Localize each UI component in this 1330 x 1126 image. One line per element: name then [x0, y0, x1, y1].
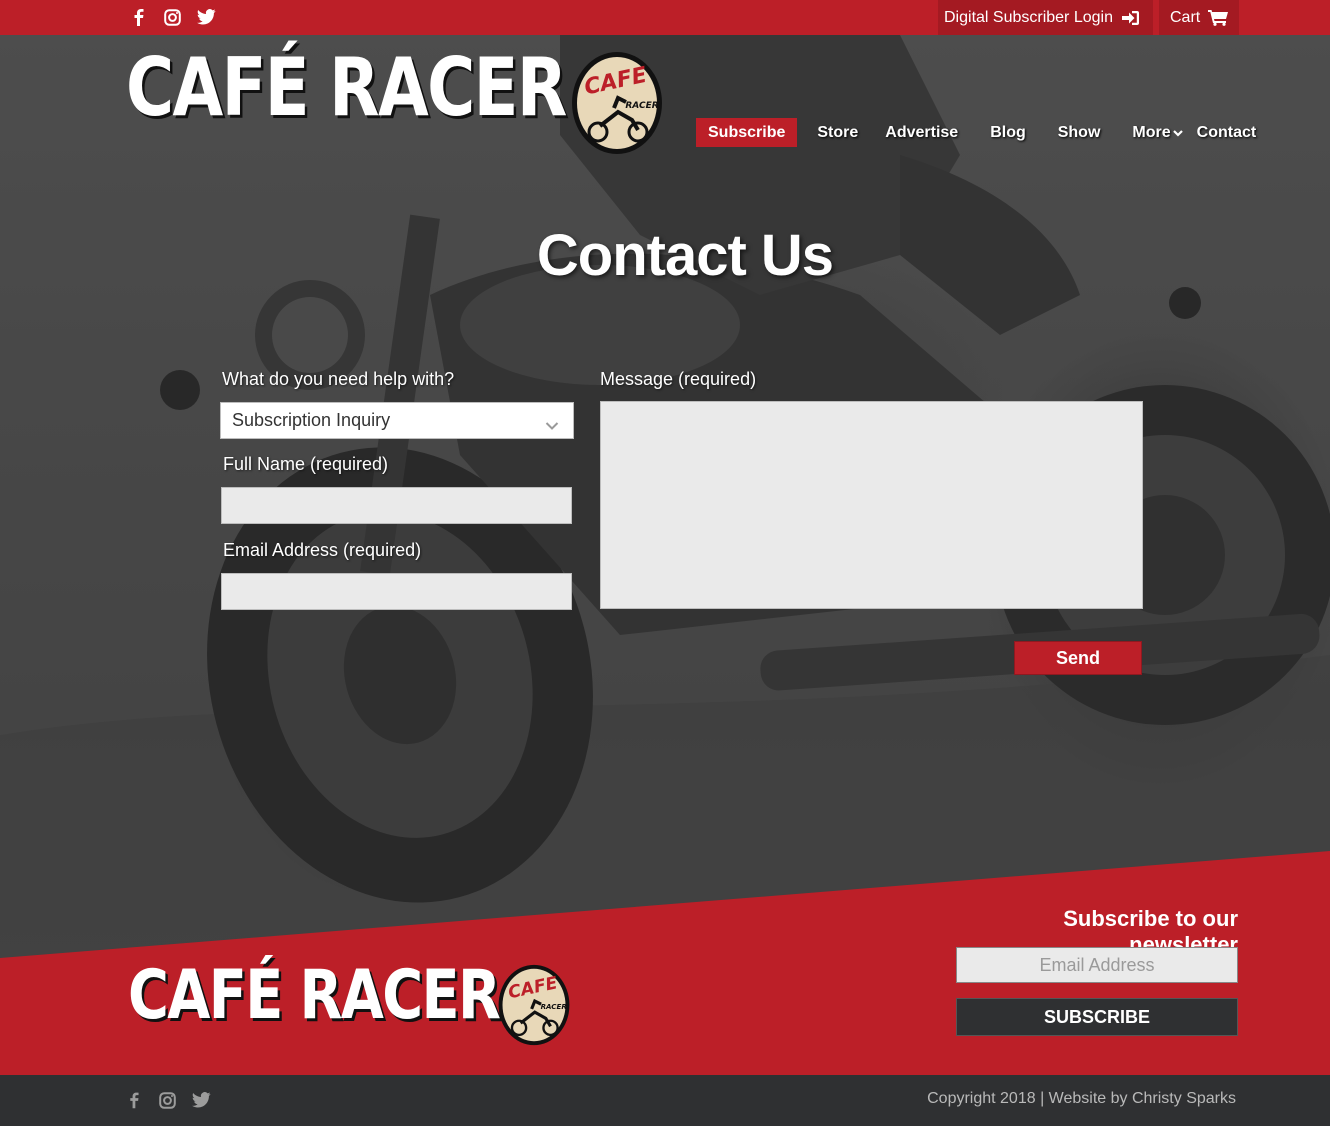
nav-item-more[interactable]: More — [1132, 118, 1183, 147]
top-bar: Digital Subscriber Login Cart — [0, 0, 1330, 35]
help-topic-value: Subscription Inquiry — [232, 410, 391, 430]
facebook-icon[interactable] — [122, 1089, 144, 1111]
email-label: Email Address (required) — [223, 540, 422, 560]
site-logo[interactable]: CAFÉ RACER — [126, 48, 586, 128]
footer-cafe-racer-badge-logo: CAFE RACER — [498, 964, 570, 1046]
footer-logo[interactable]: CAFÉ RACER — [128, 962, 508, 1030]
newsletter-email-input[interactable]: Email Address — [956, 947, 1238, 983]
footer-bar: Copyright 2018 | Website by Christy Spar… — [0, 1075, 1330, 1126]
newsletter-email-placeholder: Email Address — [1039, 954, 1155, 975]
cart-label: Cart — [1170, 8, 1201, 26]
message-textarea[interactable] — [600, 401, 1143, 609]
email-input[interactable] — [221, 573, 572, 610]
nav-item-show[interactable]: Show — [1058, 118, 1101, 147]
login-label: Digital Subscriber Login — [944, 8, 1113, 26]
badge-text-bottom: RACER — [625, 101, 658, 111]
message-label: Message (required) — [600, 369, 757, 389]
footer-social-links — [122, 1089, 212, 1111]
digital-subscriber-login-button[interactable]: Digital Subscriber Login — [938, 0, 1153, 35]
full-name-input[interactable] — [221, 487, 572, 524]
help-topic-select[interactable]: Subscription Inquiry — [220, 402, 574, 439]
nav-item-blog[interactable]: Blog — [990, 118, 1026, 147]
full-name-label: Full Name (required) — [223, 454, 389, 474]
instagram-icon[interactable] — [162, 7, 182, 27]
footer-badge-text-bottom: RACER — [541, 1002, 567, 1011]
nav-item-contact[interactable]: Contact — [1197, 118, 1257, 147]
nav-item-store[interactable]: Store — [817, 118, 858, 147]
help-topic-label: What do you need help with? — [222, 369, 455, 389]
chevron-down-icon — [545, 415, 559, 436]
twitter-icon[interactable] — [190, 1089, 212, 1111]
chevron-down-icon — [1172, 129, 1183, 137]
nav-more-label: More — [1132, 123, 1171, 141]
sign-in-icon — [1121, 10, 1140, 26]
newsletter-subscribe-button[interactable]: SUBSCRIBE — [956, 998, 1238, 1036]
shopping-cart-icon — [1208, 9, 1229, 26]
nav-item-subscribe[interactable]: Subscribe — [696, 118, 798, 147]
copyright-text: Copyright 2018 | Website by Christy Spar… — [927, 1090, 1236, 1107]
footer-logo-wordmark: CAFÉ RACER — [128, 956, 501, 1035]
nav-item-advertise[interactable]: Advertise — [885, 118, 958, 147]
instagram-icon[interactable] — [156, 1089, 178, 1111]
twitter-icon[interactable] — [196, 7, 216, 27]
main-navigation: Subscribe Store Advertise Blog Show More… — [696, 118, 1256, 147]
top-social-links — [128, 7, 216, 27]
cafe-racer-badge-logo: CAFE RACER — [572, 52, 662, 154]
send-button[interactable]: Send — [1014, 641, 1142, 675]
facebook-icon[interactable] — [128, 7, 148, 27]
page-title: Contact Us — [536, 223, 834, 288]
cart-button[interactable]: Cart — [1159, 0, 1239, 35]
logo-wordmark: CAFÉ RACER — [126, 41, 567, 134]
